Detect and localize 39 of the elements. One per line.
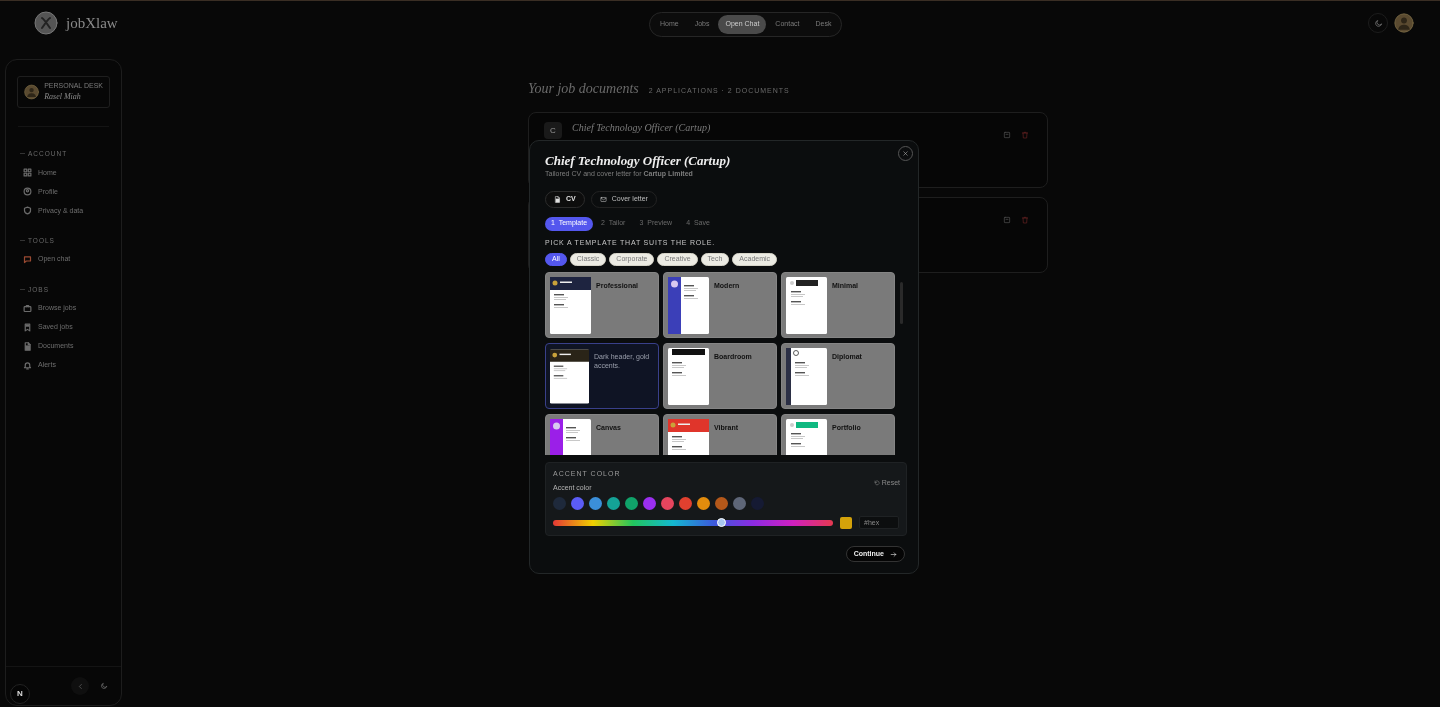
close-icon bbox=[902, 150, 909, 157]
color-swatch[interactable] bbox=[679, 497, 692, 510]
archive-icon[interactable] bbox=[1003, 216, 1011, 224]
color-swatch[interactable] bbox=[625, 497, 638, 510]
archive-icon[interactable] bbox=[1003, 131, 1011, 139]
hue-slider[interactable] bbox=[553, 519, 834, 526]
color-swatch[interactable] bbox=[553, 497, 566, 510]
logo-icon[interactable] bbox=[34, 11, 58, 35]
color-swatch[interactable] bbox=[589, 497, 602, 510]
document-badge: C bbox=[544, 122, 562, 139]
profile-name: Rasel Miah bbox=[44, 91, 82, 104]
mail-icon bbox=[599, 195, 607, 203]
color-swatch[interactable] bbox=[661, 497, 674, 510]
modal-title: Chief Technology Officer (Cartup) bbox=[545, 153, 732, 169]
color-swatch[interactable] bbox=[733, 497, 746, 510]
moon-icon bbox=[100, 682, 108, 690]
avatar-icon bbox=[24, 83, 40, 101]
resume-thumbnail-drawing bbox=[550, 277, 591, 334]
page-title: Your job documents bbox=[528, 80, 639, 98]
color-swatch[interactable] bbox=[571, 497, 584, 510]
color-swatch[interactable] bbox=[607, 497, 620, 510]
document-title: Chief Technology Officer (Cartup) bbox=[572, 122, 711, 134]
brand-name[interactable]: jobXlaw bbox=[66, 11, 118, 35]
chevron-left-icon bbox=[76, 682, 84, 690]
slider-thumb[interactable] bbox=[716, 517, 726, 527]
color-swatch[interactable] bbox=[697, 497, 710, 510]
arrow-right-icon bbox=[890, 550, 897, 558]
resume-thumbnail-drawing bbox=[668, 277, 709, 334]
color-swatch[interactable] bbox=[643, 497, 656, 510]
resume-thumbnail-drawing bbox=[786, 348, 827, 405]
color-swatch[interactable] bbox=[751, 497, 764, 510]
avatar-icon[interactable] bbox=[1394, 13, 1414, 33]
resume-thumbnail-drawing bbox=[668, 348, 709, 405]
moon-icon bbox=[1373, 18, 1383, 28]
resume-thumbnail-drawing bbox=[550, 348, 589, 405]
reset-icon bbox=[873, 480, 880, 487]
document-icon bbox=[554, 195, 561, 203]
resume-thumbnail-drawing bbox=[786, 277, 827, 334]
color-swatch[interactable] bbox=[715, 497, 728, 510]
